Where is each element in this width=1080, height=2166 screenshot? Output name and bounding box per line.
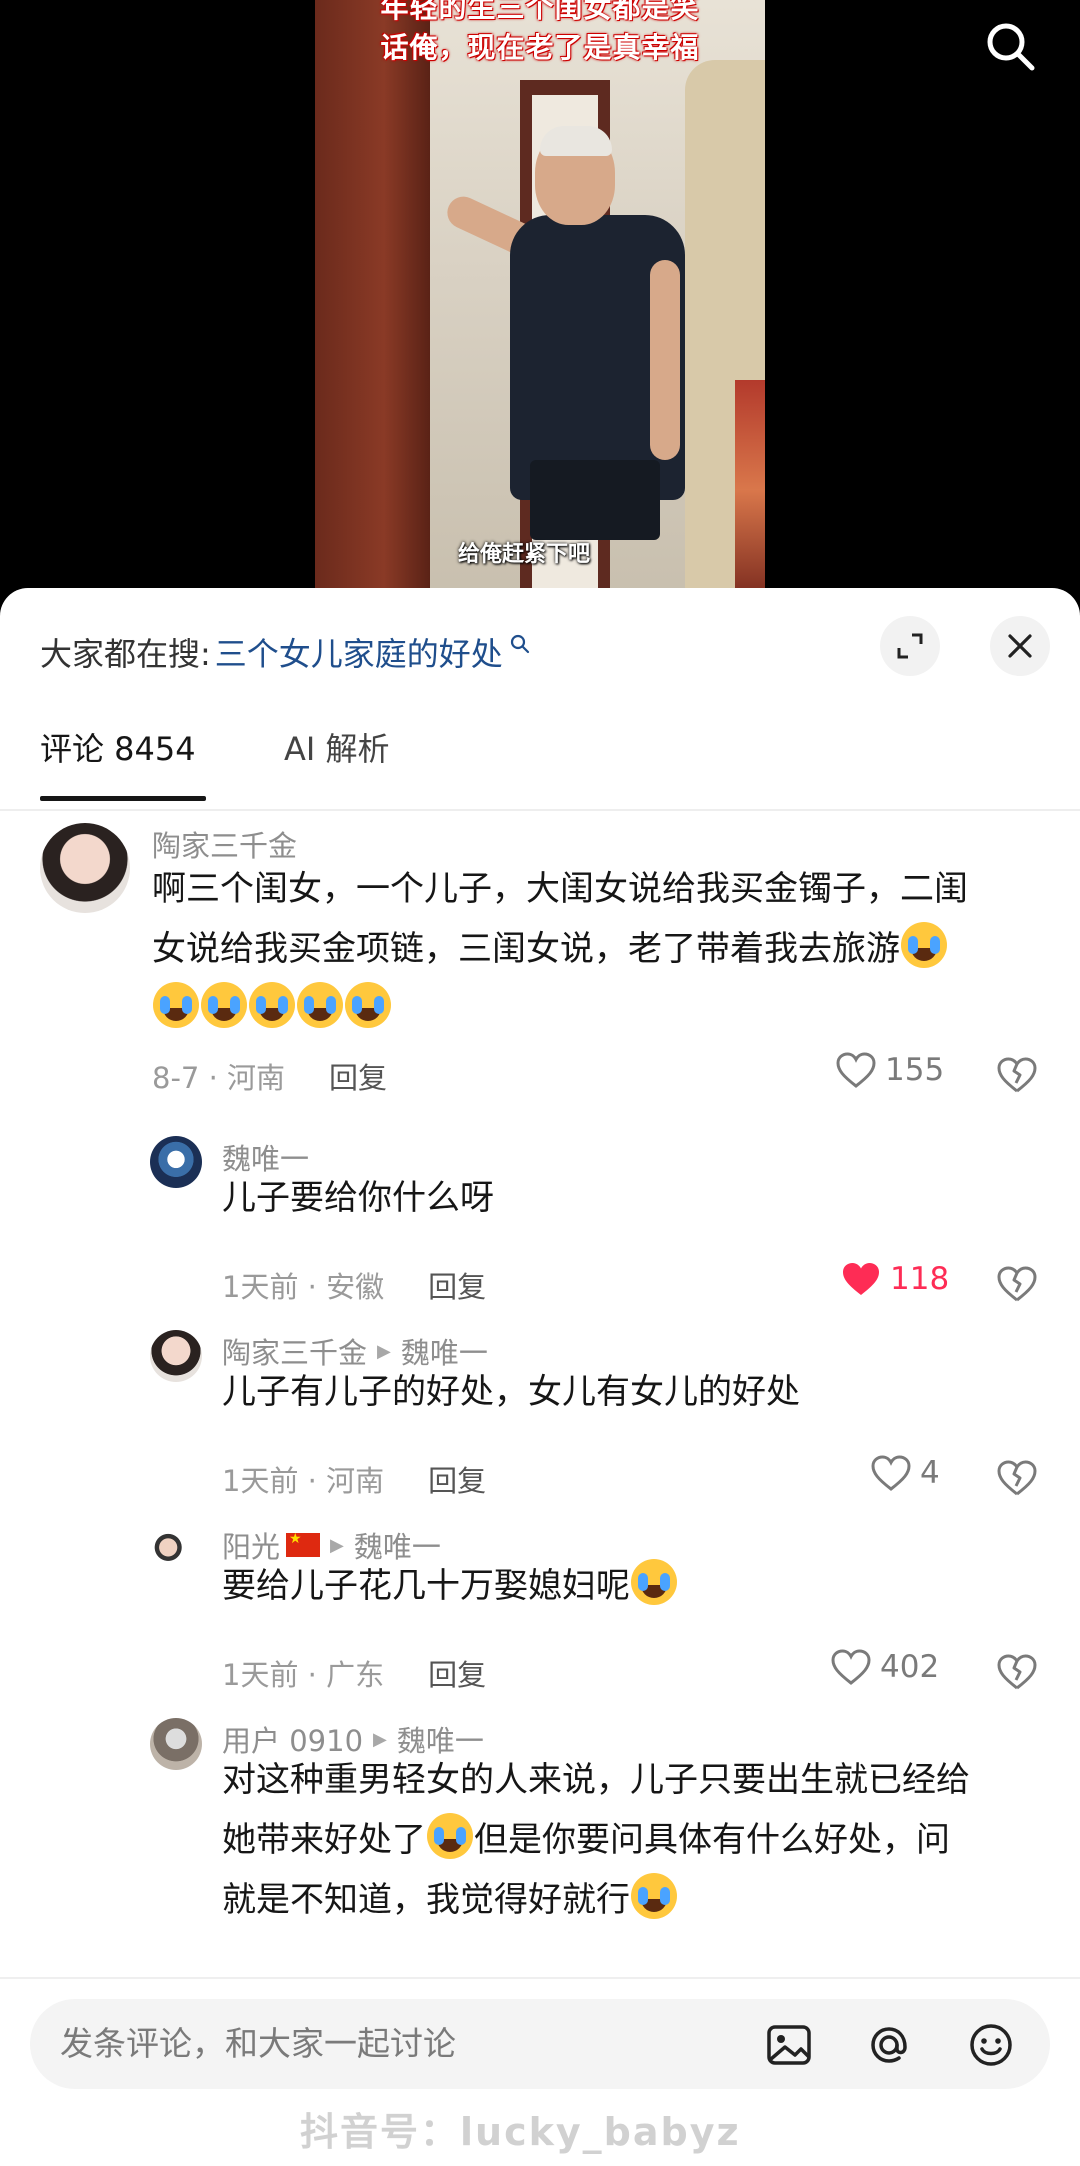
comment-text-line: 对这种重男轻女的人来说，儿子只要出生就已经给 xyxy=(222,1760,970,1800)
comment-text-line: 就是不知道，我觉得好就行 xyxy=(222,1870,1052,1930)
like-button[interactable]: 4 xyxy=(870,1454,940,1492)
crying-laugh-emoji-icon xyxy=(345,982,391,1028)
watermark: 抖音号：lucky_babyz xyxy=(300,2110,741,2154)
smiley-icon xyxy=(970,2024,1012,2066)
like-button[interactable]: 155 xyxy=(835,1051,944,1089)
like-count: 402 xyxy=(880,1649,940,1685)
reply-button[interactable]: 回复 xyxy=(329,1055,387,1097)
video-caption-line1: 年轻的生三个闺女都是笑 xyxy=(380,0,700,24)
comment-input[interactable]: 发条评论，和大家一起讨论 xyxy=(30,1999,1050,2089)
dislike-heart-icon[interactable] xyxy=(995,1458,1039,1498)
close-icon xyxy=(1008,634,1032,658)
reply-button[interactable]: 回复 xyxy=(428,1652,486,1694)
crying-laugh-emoji-icon xyxy=(249,982,295,1028)
comment-text: 要给儿子花几十万娶媳妇呢 xyxy=(222,1556,678,1616)
search-button[interactable] xyxy=(978,14,1042,78)
comment-text-line: 啊三个闺女，一个儿子，大闺女说给我买金镯子，二闺 xyxy=(152,869,968,909)
comment-meta: 1天前 · 安徽 回复 xyxy=(222,1264,486,1306)
video-frame: 年轻的生三个闺女都是笑 话俺，现在老了是真幸福 给俺赶紧下吧 xyxy=(315,0,765,600)
at-icon xyxy=(871,2027,907,2063)
reply-button[interactable]: 回复 xyxy=(428,1264,486,1306)
video-subtitle: 给俺赶紧下吧 xyxy=(458,542,591,567)
comment-tabs: 评论 8454 AI 解析 xyxy=(40,726,468,810)
expand-button[interactable] xyxy=(880,616,940,676)
tab-ai-label: AI 解析 xyxy=(284,730,390,768)
video-caption-line2: 话俺，现在老了是真幸福 xyxy=(380,31,700,64)
suggested-search-query[interactable]: 三个女儿家庭的好处 xyxy=(215,629,503,675)
heart-outline-icon xyxy=(831,1649,871,1685)
crying-laugh-emoji-icon xyxy=(631,1559,677,1605)
heart-outline-icon xyxy=(836,1052,876,1088)
reply-button[interactable]: 回复 xyxy=(428,1458,486,1500)
like-count: 4 xyxy=(920,1455,940,1491)
expand-icon xyxy=(897,633,923,659)
comment-text: 对这种重男轻女的人来说，儿子只要出生就已经给 她带来好处了 但是你要问具体有什么好… xyxy=(222,1750,1052,1930)
dislike-heart-icon[interactable] xyxy=(995,1652,1039,1692)
search-small-icon xyxy=(510,634,529,654)
video-player[interactable]: 年轻的生三个闺女都是笑 话俺，现在老了是真幸福 给俺赶紧下吧 xyxy=(0,0,1080,600)
avatar[interactable] xyxy=(40,823,130,913)
comment-meta: 1天前 · 河南 回复 xyxy=(222,1458,486,1500)
image-icon xyxy=(767,2025,811,2065)
reply-arrow-icon: ▶ xyxy=(330,1534,344,1556)
comment-time-location: 1天前 · 广东 xyxy=(222,1658,385,1692)
like-count: 118 xyxy=(890,1261,950,1297)
comment-text: 儿子有儿子的好处，女儿有女儿的好处 xyxy=(222,1372,800,1412)
like-count: 155 xyxy=(885,1052,945,1088)
laughing-tears-emoji-icon xyxy=(631,1873,677,1919)
reply-arrow-icon: ▶ xyxy=(377,1340,391,1362)
like-button[interactable]: 402 xyxy=(830,1648,939,1686)
suggested-search[interactable]: 大家都在搜: 三个女儿家庭的好处 xyxy=(40,618,531,686)
reply-arrow-icon: ▶ xyxy=(373,1728,387,1750)
like-button[interactable]: 118 xyxy=(840,1260,949,1298)
avatar[interactable] xyxy=(150,1524,202,1576)
suggested-search-prefix: 大家都在搜: xyxy=(40,635,211,673)
mention-button[interactable] xyxy=(865,2021,913,2069)
divider xyxy=(0,809,1080,811)
tab-ai-analysis[interactable]: AI 解析 xyxy=(284,726,390,810)
tab-comments[interactable]: 评论 8454 xyxy=(40,726,206,810)
crying-laugh-emoji-icon xyxy=(201,982,247,1028)
heart-filled-icon xyxy=(843,1263,879,1295)
avatar[interactable] xyxy=(150,1718,202,1770)
crying-laugh-emoji-icon xyxy=(901,922,947,968)
comment-meta: 8-7 · 河南 回复 xyxy=(152,1055,387,1097)
china-flag-icon xyxy=(286,1531,321,1557)
dislike-heart-icon[interactable] xyxy=(995,1264,1039,1304)
laughing-tears-emoji-icon xyxy=(427,1813,473,1859)
video-door xyxy=(315,0,430,600)
comment-input-placeholder: 发条评论，和大家一起讨论 xyxy=(60,2024,456,2063)
crying-laugh-emoji-icon xyxy=(297,982,343,1028)
crying-laugh-emoji-icon xyxy=(153,982,199,1028)
search-icon xyxy=(987,23,1035,71)
comment-text-line: 她带来好处了 但是你要问具体有什么好处，问 xyxy=(222,1810,1052,1870)
heart-outline-icon xyxy=(871,1455,911,1491)
comment-meta: 1天前 · 广东 回复 xyxy=(222,1652,486,1694)
avatar[interactable] xyxy=(150,1330,202,1382)
tab-comments-label: 评论 8454 xyxy=(40,730,196,768)
emoji-button[interactable] xyxy=(967,2021,1015,2069)
close-button[interactable] xyxy=(990,616,1050,676)
comment-panel: 大家都在搜: 三个女儿家庭的好处 评论 8454 AI 解析 陶家三千金 啊三个… xyxy=(0,588,1080,2166)
comment-text: 啊三个闺女，一个儿子，大闺女说给我买金镯子，二闺 女说给我买金项链，三闺女说，老… xyxy=(152,859,1052,1039)
dislike-heart-icon[interactable] xyxy=(995,1055,1039,1095)
comment-time-location: 1天前 · 安徽 xyxy=(222,1270,385,1304)
comment-time-location: 1天前 · 河南 xyxy=(222,1464,385,1498)
comment-text: 儿子要给你什么呀 xyxy=(222,1178,494,1218)
comment-input-bar: 发条评论，和大家一起讨论 抖音号：lucky_babyz xyxy=(0,1977,1080,2166)
comment-emoji-line xyxy=(152,979,1052,1039)
comment-time-location: 8-7 · 河南 xyxy=(152,1061,286,1095)
comment-text-line: 女说给我买金项链，三闺女说，老了带着我去旅游 xyxy=(152,919,1052,979)
avatar[interactable] xyxy=(150,1136,202,1188)
tab-active-indicator xyxy=(40,796,206,801)
image-button[interactable] xyxy=(765,2021,813,2069)
